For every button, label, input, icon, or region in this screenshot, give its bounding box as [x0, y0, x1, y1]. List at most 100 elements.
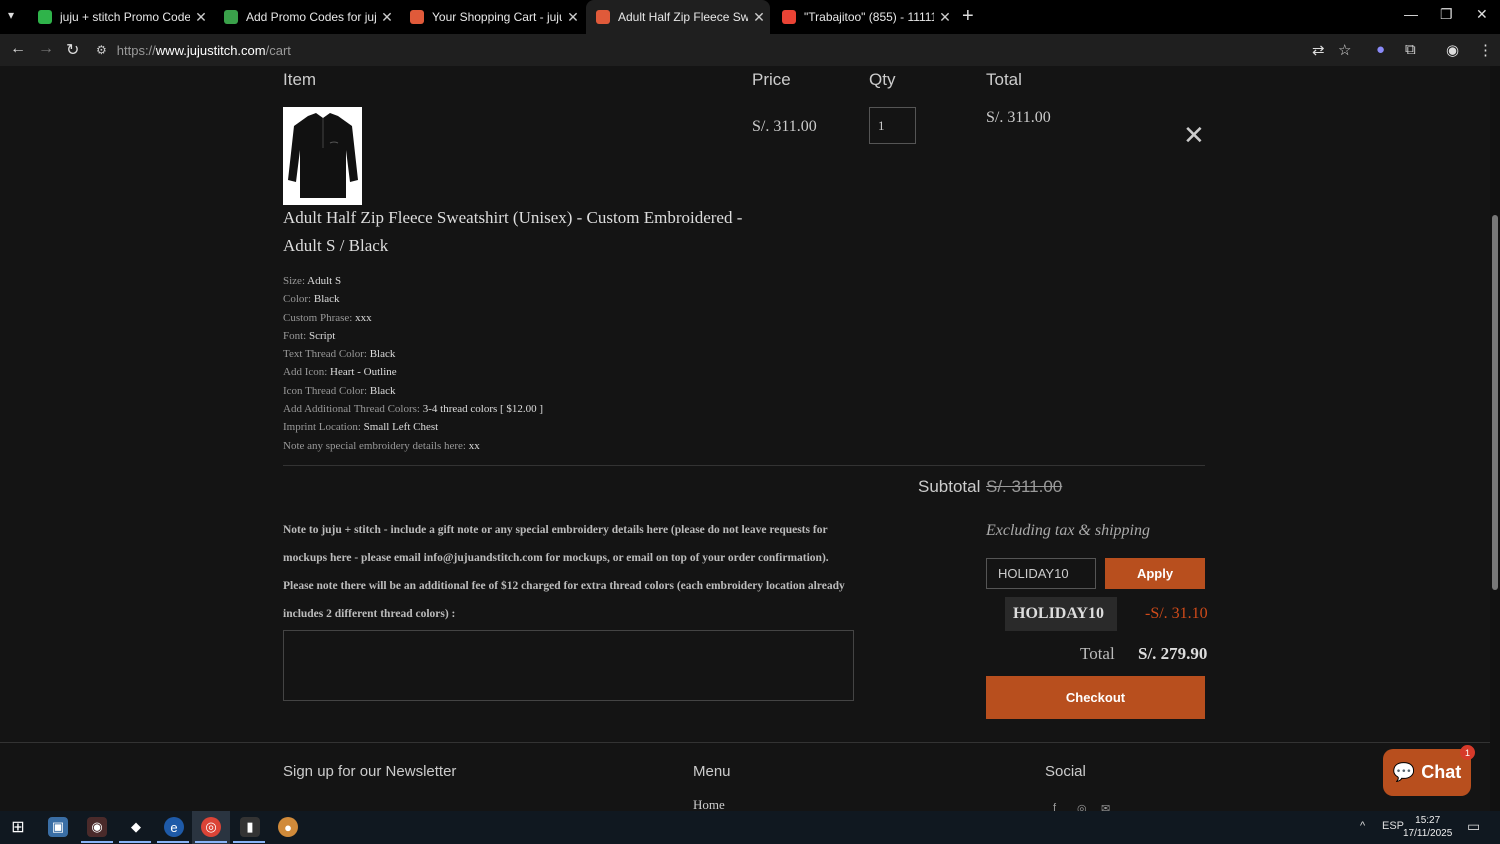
item-price: S/. 311.00	[752, 118, 817, 135]
property-value: Black	[369, 384, 396, 397]
footer-home-link[interactable]: Home	[693, 797, 725, 811]
tray-chevron-icon[interactable]: ^	[1360, 820, 1365, 832]
order-note-textarea[interactable]	[283, 630, 854, 701]
chat-bubble-icon: 💬	[1392, 762, 1416, 782]
clock[interactable]: 15:27 17/11/2025	[1403, 814, 1452, 840]
tab-favicon-icon	[224, 10, 238, 24]
property-value: Black	[369, 348, 396, 361]
browser-tab[interactable]: Adult Half Zip Fleece Sweatshirt✕	[586, 0, 770, 34]
property-value: xxx	[355, 311, 372, 324]
facebook-icon[interactable]: f	[1053, 802, 1056, 811]
property-label: Text Thread Color:	[283, 348, 367, 361]
property-value: Script	[308, 329, 336, 342]
tab-title: juju + stitch Promo Codes - 10%	[60, 10, 190, 24]
checkout-button[interactable]: Checkout	[986, 676, 1205, 719]
remove-item-icon[interactable]: ✕	[1183, 120, 1205, 151]
property-label: Imprint Location:	[283, 421, 361, 434]
applied-discount-code: HOLIDAY10	[1013, 605, 1104, 622]
tab-title: "Trabajitoo" (855) - 1111111111	[804, 10, 934, 24]
property-value: Heart - Outline	[330, 366, 397, 379]
sweatshirt-icon	[287, 113, 358, 198]
header-price: Price	[752, 70, 791, 89]
tab-search-icon[interactable]: ▾	[8, 8, 14, 22]
address-bar[interactable]: ⚙ https://www.jujustitch.com/cart	[96, 37, 1306, 63]
subtotal-label: Subtotal	[918, 477, 981, 496]
property-label: Color:	[283, 293, 312, 306]
close-window-icon[interactable]: ✕	[1476, 6, 1488, 23]
taskbar-app-icon[interactable]: ●	[278, 817, 298, 837]
browser-tab-bar: ▾ juju + stitch Promo Codes - 10%✕Add Pr…	[0, 0, 1500, 34]
tab-close-icon[interactable]: ✕	[748, 9, 770, 26]
footer-menu-heading: Menu	[693, 763, 731, 780]
tab-title: Your Shopping Cart - juju + stitch	[432, 10, 562, 24]
product-property: Add Additional Thread Colors: 3-4 thread…	[283, 400, 543, 418]
reload-icon[interactable]: ↻	[66, 40, 79, 60]
email-icon[interactable]: ✉	[1101, 802, 1110, 811]
site-info-icon[interactable]: ⚙	[96, 43, 107, 57]
windows-start-icon[interactable]: ⊞	[8, 817, 28, 837]
browser-tab[interactable]: juju + stitch Promo Codes - 10%✕	[28, 0, 212, 34]
instagram-icon[interactable]: ◎	[1077, 802, 1087, 811]
header-qty: Qty	[869, 70, 896, 89]
scrollbar-thumb[interactable]	[1492, 215, 1498, 590]
taskbar-indicator	[195, 841, 227, 843]
property-label: Custom Phrase:	[283, 311, 353, 324]
footer-social-heading: Social	[1045, 763, 1086, 780]
extension-icon[interactable]: ●	[1376, 41, 1385, 58]
chrome-icon[interactable]: ◎	[201, 817, 221, 837]
taskbar-indicator	[233, 841, 265, 843]
url-host: www.jujustitch.com	[155, 42, 266, 58]
restore-icon[interactable]: ❐	[1440, 6, 1453, 23]
subtotal-value: S/. 311.00	[986, 477, 1063, 496]
divider	[283, 465, 1205, 466]
tab-favicon-icon	[782, 10, 796, 24]
back-icon[interactable]: ←	[10, 40, 26, 58]
excluding-tax-note: Excluding tax & shipping	[986, 522, 1150, 539]
discount-code-input[interactable]: HOLIDAY10	[986, 558, 1096, 589]
property-value: Black	[313, 293, 340, 306]
tab-close-icon[interactable]: ✕	[562, 9, 584, 26]
browser-menu-icon[interactable]: ⋮	[1478, 41, 1493, 59]
tab-close-icon[interactable]: ✕	[190, 9, 212, 26]
language-indicator[interactable]: ESP	[1382, 820, 1404, 832]
property-value: Adult S	[307, 275, 342, 287]
property-label: Note any special embroidery details here…	[283, 439, 466, 452]
taskbar-app-icon[interactable]: ◆	[126, 817, 146, 837]
tab-close-icon[interactable]: ✕	[934, 9, 956, 26]
tab-close-icon[interactable]: ✕	[376, 9, 398, 26]
clock-time: 15:27	[1415, 815, 1441, 826]
tab-favicon-icon	[596, 10, 610, 24]
edge-icon[interactable]: e	[164, 817, 184, 837]
product-property: Note any special embroidery details here…	[283, 437, 543, 455]
property-label: Add Additional Thread Colors:	[283, 403, 420, 416]
new-tab-button[interactable]: +	[962, 5, 974, 28]
chat-button[interactable]: 💬 Chat	[1383, 749, 1471, 796]
taskbar-indicator	[157, 841, 189, 843]
property-value: 3-4 thread colors [ $12.00 ]	[422, 403, 544, 416]
bookmark-star-icon[interactable]: ☆	[1338, 41, 1351, 59]
browser-tab[interactable]: Add Promo Codes for juju + stitch✕	[214, 0, 398, 34]
profile-avatar-icon[interactable]: ◉	[1446, 41, 1459, 59]
clock-date: 17/11/2025	[1403, 828, 1453, 839]
taskbar-app-icon[interactable]: ▣	[48, 817, 68, 837]
footer-newsletter-heading: Sign up for our Newsletter	[283, 763, 457, 780]
extensions-puzzle-icon[interactable]: ⧉	[1405, 41, 1416, 58]
chat-label: Chat	[1421, 762, 1462, 782]
forward-icon[interactable]: →	[38, 40, 54, 58]
browser-tab[interactable]: Your Shopping Cart - juju + stitch✕	[400, 0, 584, 34]
product-image[interactable]	[283, 107, 362, 205]
apply-button[interactable]: Apply	[1105, 558, 1205, 589]
taskbar-app-icon[interactable]: ◉	[87, 817, 107, 837]
minimize-icon[interactable]: —	[1404, 6, 1418, 22]
browser-tab[interactable]: "Trabajitoo" (855) - 1111111111✕	[772, 0, 956, 34]
notifications-icon[interactable]: ▭	[1467, 818, 1480, 835]
taskbar-app-icon[interactable]: ▮	[240, 817, 260, 837]
order-note-label: Note to juju + stitch - include a gift n…	[283, 524, 845, 620]
product-property: Size: Adult S	[283, 272, 543, 290]
total-value: S/. 279.90	[1138, 644, 1208, 663]
product-property: Text Thread Color: Black	[283, 345, 543, 363]
property-value: Small Left Chest	[363, 421, 439, 434]
quantity-input[interactable]: 1	[869, 107, 916, 144]
translate-icon[interactable]: ⇄	[1312, 41, 1325, 59]
product-title[interactable]: Adult Half Zip Fleece Sweatshirt (Unisex…	[283, 204, 743, 260]
